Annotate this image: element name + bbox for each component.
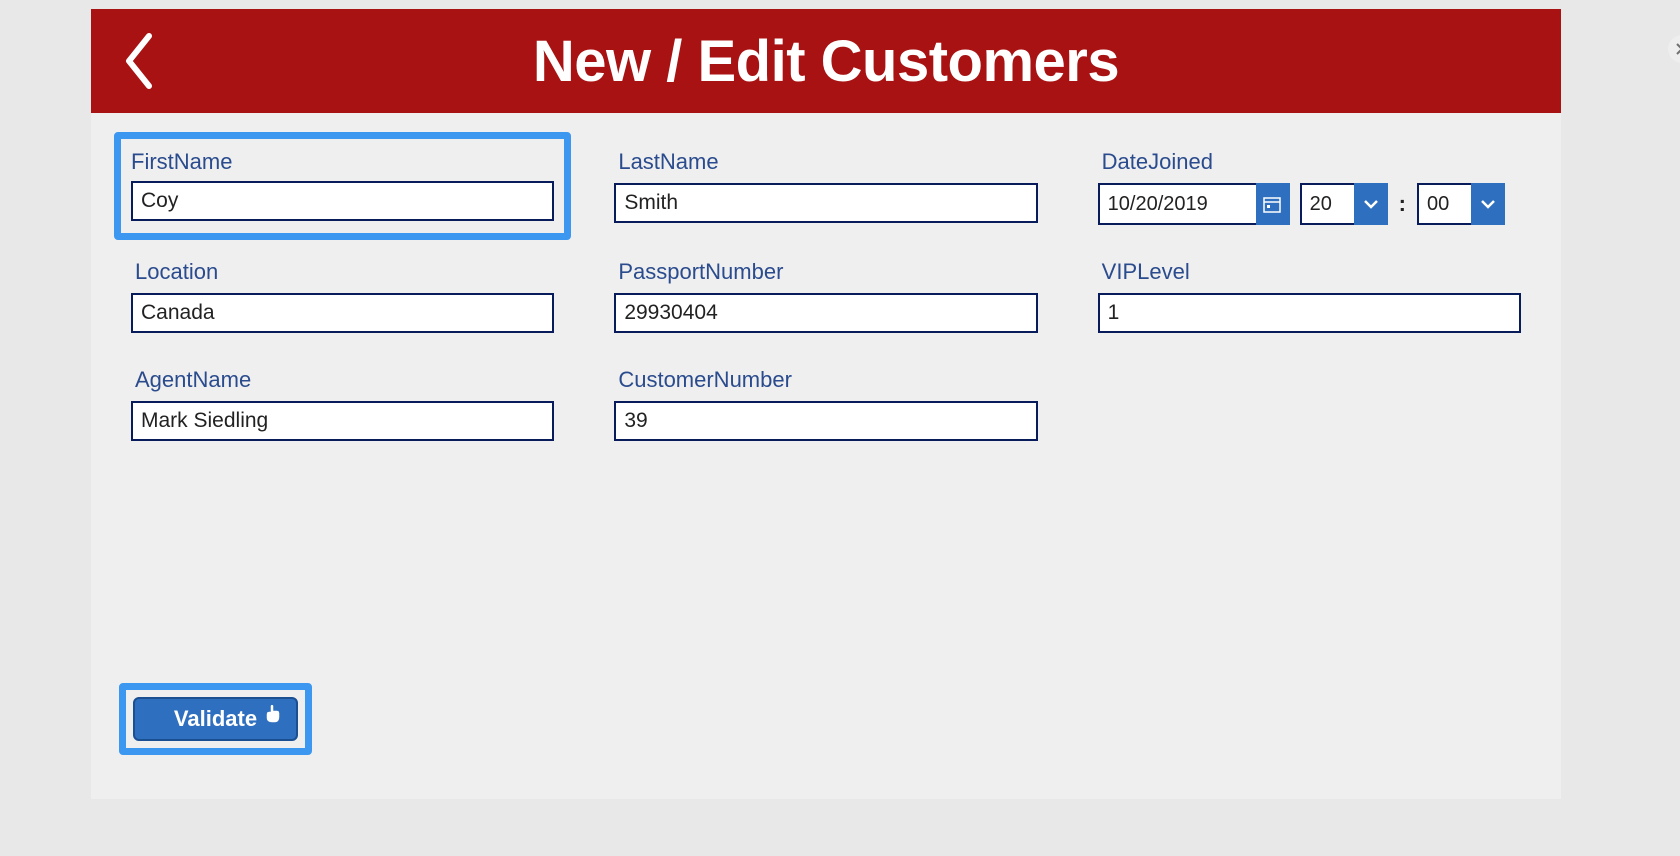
label-first-name: FirstName <box>131 149 554 175</box>
page-card: New / Edit Customers FirstName LastName … <box>91 9 1561 799</box>
label-vip-level: VIPLevel <box>1102 259 1521 285</box>
date-time-group: : <box>1098 183 1521 225</box>
input-hour[interactable] <box>1300 183 1354 225</box>
field-agent-name: AgentName <box>131 367 554 441</box>
label-passport-number: PassportNumber <box>618 259 1037 285</box>
label-last-name: LastName <box>618 149 1037 175</box>
page-title: New / Edit Customers <box>91 28 1561 95</box>
input-passport-number[interactable] <box>614 293 1037 333</box>
input-vip-level[interactable] <box>1098 293 1521 333</box>
field-vip-level: VIPLevel <box>1098 259 1521 333</box>
field-date-joined: DateJoined <box>1098 149 1521 225</box>
input-location[interactable] <box>131 293 554 333</box>
validate-highlight: Validate <box>119 683 312 755</box>
footer-actions: Validate <box>119 683 312 755</box>
input-agent-name[interactable] <box>131 401 554 441</box>
input-date[interactable] <box>1098 183 1256 225</box>
minute-dropdown-button[interactable] <box>1471 183 1505 225</box>
input-last-name[interactable] <box>614 183 1037 223</box>
form-grid: FirstName LastName DateJoined <box>91 113 1561 441</box>
label-date-joined: DateJoined <box>1102 149 1521 175</box>
page-header: New / Edit Customers <box>91 9 1561 113</box>
minute-dropdown[interactable] <box>1417 183 1505 225</box>
close-icon <box>1676 43 1680 55</box>
label-agent-name: AgentName <box>135 367 554 393</box>
hour-dropdown-button[interactable] <box>1354 183 1388 225</box>
input-customer-number[interactable] <box>614 401 1037 441</box>
field-last-name: LastName <box>614 149 1037 223</box>
field-customer-number: CustomerNumber <box>614 367 1037 441</box>
chevron-left-icon <box>121 30 157 92</box>
time-colon: : <box>1398 191 1407 217</box>
chevron-down-icon <box>1480 198 1496 210</box>
input-minute[interactable] <box>1417 183 1471 225</box>
label-customer-number: CustomerNumber <box>618 367 1037 393</box>
field-passport-number: PassportNumber <box>614 259 1037 333</box>
close-button[interactable] <box>1668 35 1680 63</box>
date-picker <box>1098 183 1290 225</box>
chevron-down-icon <box>1363 198 1379 210</box>
validate-label: Validate <box>174 706 257 732</box>
hour-dropdown[interactable] <box>1300 183 1388 225</box>
calendar-button[interactable] <box>1256 183 1290 225</box>
input-first-name[interactable] <box>131 181 554 221</box>
validate-button[interactable]: Validate <box>133 697 298 741</box>
field-location: Location <box>131 259 554 333</box>
cursor-icon <box>266 705 280 728</box>
calendar-icon <box>1263 195 1281 213</box>
field-first-name: FirstName <box>114 132 571 240</box>
label-location: Location <box>135 259 554 285</box>
back-button[interactable] <box>119 31 159 91</box>
